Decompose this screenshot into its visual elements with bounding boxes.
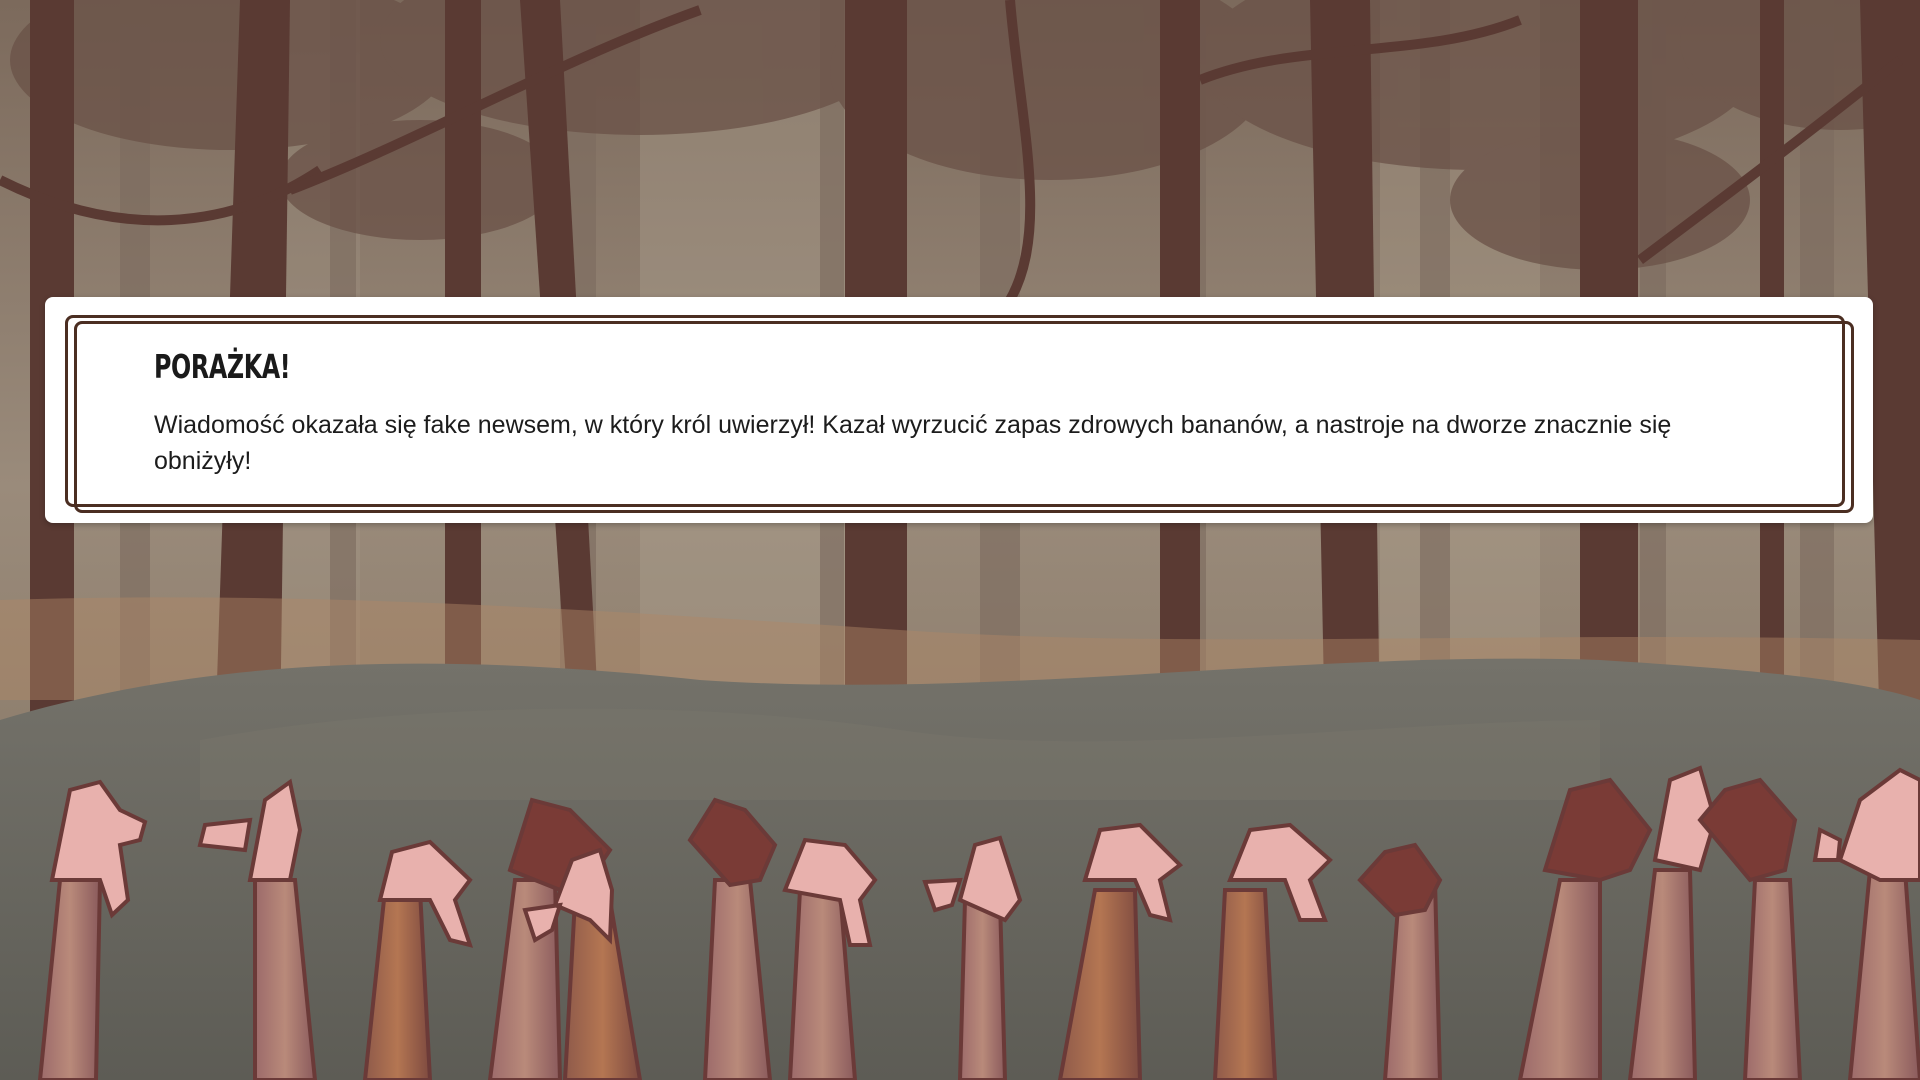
audience-creatures-image (37, 765, 1920, 1080)
result-dialog: PORAŻKA! Wiadomość okazała się fake news… (45, 297, 1873, 523)
game-scene: PORAŻKA! Wiadomość okazała się fake news… (0, 0, 1920, 1080)
dialog-title: PORAŻKA! (154, 347, 291, 386)
dialog-message: Wiadomość okazała się fake newsem, w któ… (154, 411, 1672, 475)
